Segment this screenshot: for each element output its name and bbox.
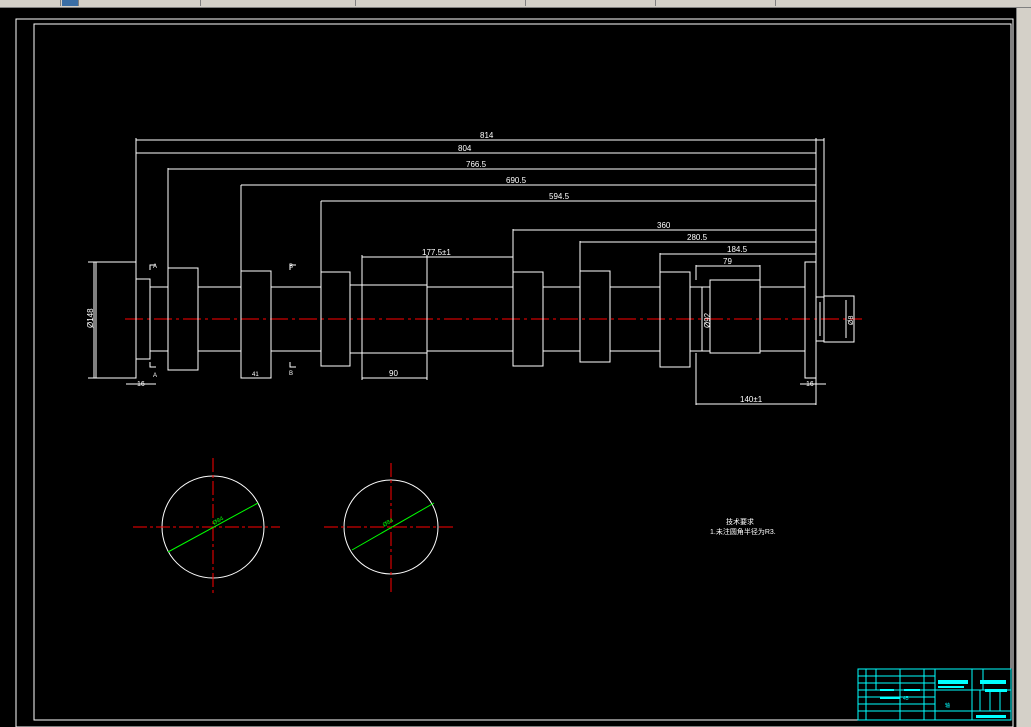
toolbar-segment[interactable] xyxy=(0,0,61,6)
dim-79: 79 xyxy=(723,257,732,266)
outer-frame xyxy=(15,18,1014,727)
dim-280-5: 280.5 xyxy=(687,233,708,242)
dim-360: 360 xyxy=(657,221,671,230)
dimension-lines xyxy=(93,139,847,405)
toolbar-segment[interactable] xyxy=(660,0,776,6)
title-block-part-name: 轴 xyxy=(945,702,950,709)
dim-177-5: 177.5±1 xyxy=(422,248,451,257)
dim-90: 90 xyxy=(389,369,398,378)
dim-dia-right: Ø8 xyxy=(848,316,855,325)
section-a-top: A xyxy=(153,264,157,270)
section-cut-marks xyxy=(149,264,296,368)
toolbar-segment[interactable] xyxy=(530,0,656,6)
title-block-material: 45 xyxy=(903,696,909,702)
dim-41: 41 xyxy=(252,372,259,378)
shaft-outline xyxy=(95,261,855,379)
title-block xyxy=(857,668,1012,721)
dim-594-5: 594.5 xyxy=(549,192,570,201)
cad-drawing-canvas[interactable]: 814 804 766.5 690.5 594.5 360 280.5 184.… xyxy=(0,8,1016,727)
dim-766-5: 766.5 xyxy=(466,160,487,169)
dim-184-5: 184.5 xyxy=(727,245,748,254)
dim-140: 140±1 xyxy=(740,395,763,404)
left-flange xyxy=(95,261,137,379)
dim-690-5: 690.5 xyxy=(506,176,527,185)
notes-line-1: 1.未注圆角半径为R3. xyxy=(710,527,776,536)
inner-frame xyxy=(33,23,1012,721)
section-a-bottom: A xyxy=(153,373,157,379)
right-collar xyxy=(804,261,817,379)
journal-92 xyxy=(709,279,761,354)
dim-804: 804 xyxy=(458,144,472,153)
title-block-fills xyxy=(880,680,1007,718)
vertical-scrollbar[interactable] xyxy=(1016,8,1031,727)
dim-814: 814 xyxy=(480,131,494,140)
toolbar-segment[interactable] xyxy=(205,0,356,6)
eccentric-5 xyxy=(579,270,611,363)
dim-16-left: 16 xyxy=(137,381,145,388)
app-icon[interactable] xyxy=(62,0,79,6)
section-b-bottom: B xyxy=(289,371,293,377)
window-toolbar xyxy=(0,0,1031,8)
section-b-top: B xyxy=(289,264,293,270)
dim-dia-92: Ø92 xyxy=(703,312,712,328)
dim-dia-148: Ø148 xyxy=(86,308,95,328)
section-view-a: Ø84 xyxy=(133,458,280,593)
toolbar-segment[interactable] xyxy=(80,0,201,6)
toolbar-segment[interactable] xyxy=(360,0,526,6)
dim-16-right: 16 xyxy=(806,381,814,388)
notes-title: 技术要求 xyxy=(726,517,754,526)
eccentric-2 xyxy=(240,270,272,379)
section-a-diameter: Ø84 xyxy=(212,516,225,527)
section-view-b: Ø84 xyxy=(324,463,455,592)
